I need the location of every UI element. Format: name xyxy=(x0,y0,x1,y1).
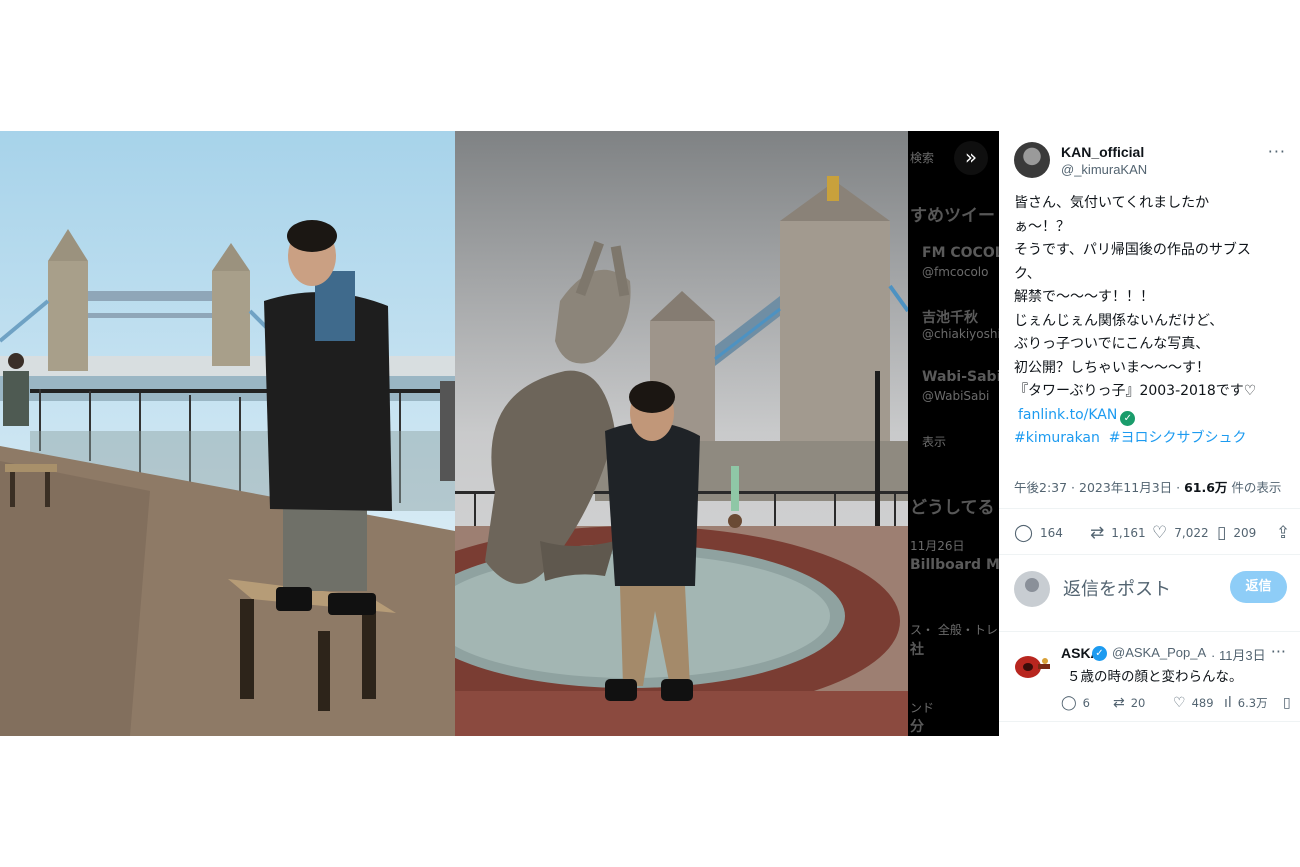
fanlink-link[interactable]: fanlink.to/KAN xyxy=(1018,407,1117,423)
bookmark-icon: ▯ xyxy=(1217,523,1227,543)
current-user-avatar xyxy=(1014,571,1050,607)
photo-dolphin-fountain[interactable] xyxy=(455,131,908,736)
more-options-icon[interactable]: ··· xyxy=(1268,142,1286,161)
bookmark-count: 209 xyxy=(1233,526,1257,540)
reply-input[interactable]: 返信をポスト xyxy=(1063,575,1171,601)
more-options-icon[interactable]: ··· xyxy=(1271,642,1286,661)
share-button[interactable]: ⇪ xyxy=(1276,523,1290,543)
reply-button[interactable]: ◯ 6 xyxy=(1061,695,1090,711)
tweet-timestamp[interactable]: 午後2:37 · 2023年11月3日 · xyxy=(1014,480,1184,495)
repost-arrows-icon: ⇄ xyxy=(1113,695,1125,711)
tweet-line: じぇんじぇん関係ないんだけど、 xyxy=(1014,312,1224,329)
reply-submit-button[interactable]: 返信 xyxy=(1230,571,1287,603)
heart-icon: ♡ xyxy=(1173,695,1186,711)
dim-trend-meta: ンド xyxy=(910,701,935,715)
dim-search-label: 検索 xyxy=(910,151,935,165)
dim-item-name: 吉池千秋 xyxy=(922,310,978,326)
verified-badge-icon: ✓ xyxy=(1092,646,1107,661)
divider xyxy=(999,554,1300,555)
tweet-meta: 午後2:37 · 2023年11月3日 · 61.6万 件の表示 xyxy=(1014,477,1281,496)
tweet-line: 初公開？しちゃいま～～～す！ xyxy=(1014,359,1210,376)
divider xyxy=(999,508,1300,509)
divider xyxy=(999,721,1300,722)
tweet-line: ぶりっ子ついでにこんな写真、 xyxy=(1014,336,1210,352)
repost-count: 1,161 xyxy=(1111,526,1146,540)
view-count: 61.6万 xyxy=(1184,480,1228,495)
tweet-actions: ◯ 164 ⇄ 1,161 ♡ 7,022 ▯ 209 ⇪ xyxy=(1014,523,1290,543)
dimmed-sidebar: 検索 すめツイー FM COCOLO @fmcocolo 吉池千秋 @chiak… xyxy=(908,131,999,736)
hashtag-link[interactable]: #kimurakan xyxy=(1014,430,1100,446)
photo-tower-bridge-bench[interactable] xyxy=(0,131,455,736)
dim-item-handle: @chiakiyoshi xyxy=(922,327,999,341)
like-count: 489 xyxy=(1191,696,1214,710)
dim-trend-meta: 11月26日 xyxy=(910,539,965,553)
dim-trend-title: 分 xyxy=(910,719,924,735)
author-handle[interactable]: @_kimuraKAN xyxy=(1061,162,1147,177)
dim-show-more: 表示 xyxy=(922,435,947,449)
tweet-line: そうです、パリ帰国後の作品のサブス xyxy=(1014,242,1251,258)
tweet-line: 『タワーぶりっ子』2003-2018です♡ xyxy=(1014,383,1257,399)
tweet-line: ク、 xyxy=(1014,265,1041,282)
repost-button[interactable]: ⇄ 1,161 xyxy=(1090,523,1146,543)
tweet-line: 解禁で～～～す！！！ xyxy=(1014,289,1154,305)
like-button[interactable]: ♡ 489 xyxy=(1173,695,1214,711)
repost-count: 20 xyxy=(1130,696,1146,710)
dim-trend-title: Billboard Mus xyxy=(910,557,999,573)
reply-count: 6 xyxy=(1082,696,1090,710)
tweet-line: 皆さん、気付いてくれましたか xyxy=(1014,195,1210,211)
dim-trend-title: 社 xyxy=(910,642,924,658)
author-name[interactable]: KAN_official xyxy=(1061,144,1144,160)
bar-chart-icon: ıl xyxy=(1224,695,1232,711)
dim-item-name: FM COCOLO xyxy=(922,245,999,261)
double-chevron-right-icon[interactable]: » xyxy=(954,141,988,175)
divider xyxy=(999,631,1300,632)
bookmark-icon: ▯ xyxy=(1283,695,1291,711)
dim-section-title: どうしてる xyxy=(910,498,995,518)
repost-arrows-icon: ⇄ xyxy=(1090,523,1105,543)
repost-button[interactable]: ⇄ 20 xyxy=(1113,695,1145,711)
dim-item-handle: @WabiSabi xyxy=(922,389,990,403)
author-avatar[interactable] xyxy=(1014,142,1050,178)
dim-section-title: すめツイー xyxy=(910,206,995,226)
comment-text: ５歳の時の顔と変わらんな。 xyxy=(1067,669,1243,685)
commenter-avatar[interactable] xyxy=(1014,647,1050,683)
bookmark-button[interactable]: ▯ xyxy=(1283,695,1291,711)
dim-item-handle: @fmcocolo xyxy=(922,265,989,279)
dim-trend-meta: ス・ 全般・トレン xyxy=(910,623,999,637)
tweet-text: 皆さん、気付いてくれましたか ぁ～！？ そうです、パリ帰国後の作品のサブス ク、… xyxy=(1014,192,1294,451)
comment-date[interactable]: · 11月3日 xyxy=(1211,645,1266,664)
views-button[interactable]: ıl 6.3万 xyxy=(1224,695,1268,711)
like-button[interactable]: ♡ 7,022 xyxy=(1152,523,1209,543)
like-count: 7,022 xyxy=(1174,526,1209,540)
tweet-line: ぁ～！？ xyxy=(1014,218,1070,235)
heart-icon: ♡ xyxy=(1152,523,1168,543)
view-suffix: 件の表示 xyxy=(1227,480,1282,495)
speech-bubble-icon: ◯ xyxy=(1014,523,1034,543)
tweet-panel: KAN_official @_kimuraKAN ··· 皆さん、気付いてくれま… xyxy=(999,131,1300,736)
views-count: 6.3万 xyxy=(1237,696,1268,710)
reply-button[interactable]: ◯ 164 xyxy=(1014,523,1063,543)
share-upload-icon: ⇪ xyxy=(1276,523,1291,543)
speech-bubble-icon: ◯ xyxy=(1061,695,1077,711)
commenter-name[interactable]: ASKA xyxy=(1061,645,1093,661)
reply-count: 164 xyxy=(1040,526,1063,540)
hashtag-link[interactable]: #ヨロシクサブシュク xyxy=(1109,430,1247,446)
comment-actions: ◯ 6 ⇄ 20 ♡ 489 ıl 6.3万 ▯ xyxy=(1061,695,1293,713)
commenter-handle[interactable]: @ASKA_Pop_ASKA xyxy=(1112,645,1207,660)
bookmark-button[interactable]: ▯ 209 xyxy=(1217,523,1256,543)
verified-badge-icon: ✓ xyxy=(1120,410,1136,426)
dim-item-name: Wabi-Sabi xyxy=(922,369,999,385)
